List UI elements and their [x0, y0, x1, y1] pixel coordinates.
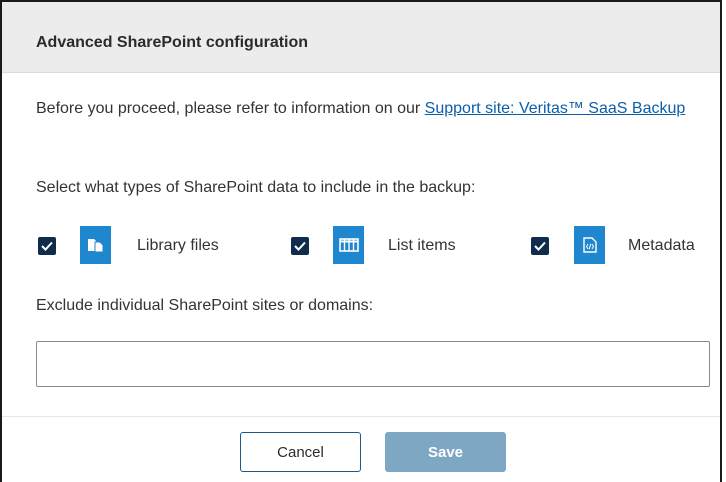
advanced-sharepoint-dialog: Advanced SharePoint configuration Before… — [0, 0, 722, 482]
library-files-label: Library files — [137, 237, 219, 254]
metadata-icon — [574, 226, 605, 264]
list-items-checkbox[interactable] — [291, 237, 309, 255]
checkmark-icon — [294, 241, 306, 251]
data-type-options: Library files List items Metadata — [2, 226, 724, 266]
list-items-label: List items — [388, 237, 456, 254]
list-items-icon — [333, 226, 364, 264]
exclude-sites-input[interactable] — [36, 341, 710, 387]
cancel-button[interactable]: Cancel — [240, 432, 361, 472]
checkmark-icon — [41, 241, 53, 251]
save-button[interactable]: Save — [385, 432, 506, 472]
metadata-label: Metadata — [628, 237, 695, 254]
footer-divider — [2, 416, 720, 417]
support-site-link[interactable]: Support site: Veritas™ SaaS Backup — [425, 100, 686, 117]
library-files-icon — [80, 226, 111, 264]
exclude-sites-label: Exclude individual SharePoint sites or d… — [36, 297, 374, 314]
checkmark-icon — [534, 241, 546, 251]
library-files-checkbox[interactable] — [38, 237, 56, 255]
metadata-checkbox[interactable] — [531, 237, 549, 255]
intro-prefix: Before you proceed, please refer to info… — [36, 100, 425, 117]
dialog-title: Advanced SharePoint configuration — [36, 34, 309, 51]
intro-text: Before you proceed, please refer to info… — [36, 97, 706, 121]
dialog-header: Advanced SharePoint configuration — [2, 2, 720, 73]
data-types-label: Select what types of SharePoint data to … — [36, 179, 476, 196]
